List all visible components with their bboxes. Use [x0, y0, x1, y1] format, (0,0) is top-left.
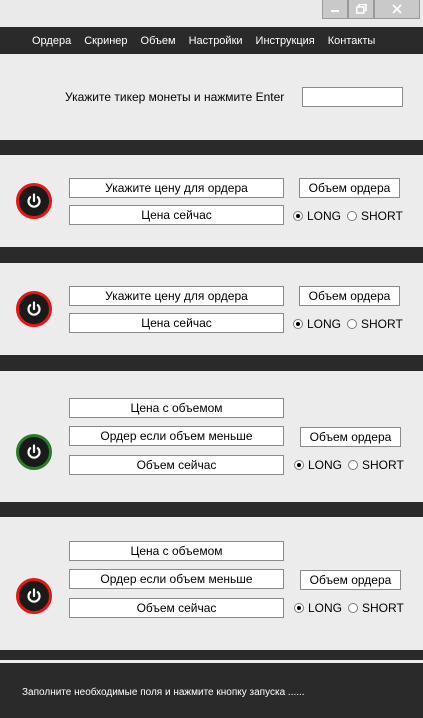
- order-panel: Укажите цену для ордера Цена сейчас Объе…: [0, 155, 423, 247]
- close-icon: [392, 4, 402, 14]
- order-price-input[interactable]: Укажите цену для ордера: [69, 178, 284, 198]
- minimize-button[interactable]: [322, 0, 348, 19]
- order-volume-button[interactable]: Объем ордера: [299, 286, 400, 306]
- radio-unselected-icon: [348, 603, 359, 613]
- minimize-icon: [331, 10, 339, 12]
- price-with-volume-field[interactable]: Цена с объемом: [69, 541, 284, 561]
- long-radio[interactable]: LONG: [293, 209, 341, 223]
- radio-unselected-icon: [347, 319, 358, 329]
- order-price-input[interactable]: Укажите цену для ордера: [69, 286, 284, 306]
- order-volume-button[interactable]: Объем ордера: [300, 570, 401, 590]
- menu-item-contacts[interactable]: Контакты: [328, 35, 376, 47]
- order-panel: Укажите цену для ордера Цена сейчас Объе…: [0, 263, 423, 355]
- restore-icon: [355, 4, 367, 14]
- volume-order-panel: Цена с объемом Ордер если объем меньше О…: [0, 371, 423, 502]
- start-button[interactable]: [16, 291, 52, 327]
- power-icon: [27, 193, 41, 208]
- menu-item-volume[interactable]: Объем: [141, 35, 176, 47]
- menu-bar: Ордера Скринер Объем Настройки Инструкци…: [0, 28, 423, 54]
- current-price-field[interactable]: Цена сейчас: [69, 313, 284, 333]
- long-radio[interactable]: LONG: [293, 317, 341, 331]
- order-volume-button[interactable]: Объем ордера: [299, 178, 400, 198]
- direction-radio-group: LONG SHORT: [294, 458, 410, 472]
- short-radio[interactable]: SHORT: [347, 209, 403, 223]
- menu-item-instructions[interactable]: Инструкция: [256, 35, 315, 47]
- long-radio[interactable]: LONG: [294, 458, 342, 472]
- menu-item-orders[interactable]: Ордера: [32, 35, 71, 47]
- short-radio[interactable]: SHORT: [348, 601, 404, 615]
- long-label: LONG: [307, 317, 342, 331]
- power-icon: [27, 444, 41, 459]
- direction-radio-group: LONG SHORT: [293, 209, 409, 223]
- power-icon: [27, 588, 41, 603]
- direction-radio-group: LONG SHORT: [294, 601, 410, 615]
- short-label: SHORT: [362, 601, 404, 615]
- ticker-input[interactable]: [302, 87, 403, 107]
- volume-order-panel: Цена с объемом Ордер если объем меньше О…: [0, 517, 423, 650]
- radio-unselected-icon: [347, 211, 358, 221]
- long-label: LONG: [308, 601, 343, 615]
- maximize-button[interactable]: [348, 0, 374, 19]
- price-with-volume-field[interactable]: Цена с объемом: [69, 398, 284, 418]
- radio-selected-icon: [294, 603, 304, 613]
- close-button[interactable]: [374, 0, 420, 19]
- long-label: LONG: [308, 458, 343, 472]
- order-if-volume-less-field[interactable]: Ордер если объем меньше: [69, 569, 284, 589]
- radio-selected-icon: [293, 319, 303, 329]
- divider: [0, 660, 423, 663]
- menu-item-settings[interactable]: Настройки: [189, 35, 243, 47]
- window-title-bar: [0, 0, 423, 27]
- status-message: Заполните необходимые поля и нажмите кно…: [22, 687, 305, 698]
- radio-selected-icon: [294, 460, 304, 470]
- start-button[interactable]: [16, 183, 52, 219]
- power-icon: [27, 301, 41, 316]
- short-radio[interactable]: SHORT: [348, 458, 404, 472]
- long-radio[interactable]: LONG: [294, 601, 342, 615]
- radio-unselected-icon: [348, 460, 359, 470]
- order-volume-button[interactable]: Объем ордера: [300, 427, 401, 447]
- order-if-volume-less-field[interactable]: Ордер если объем меньше: [69, 426, 284, 446]
- current-volume-field[interactable]: Объем сейчас: [69, 598, 284, 618]
- start-button[interactable]: [16, 434, 52, 470]
- ticker-label: Укажите тикер монеты и нажмите Enter: [65, 90, 285, 104]
- long-label: LONG: [307, 209, 342, 223]
- short-radio[interactable]: SHORT: [347, 317, 403, 331]
- short-label: SHORT: [361, 317, 403, 331]
- menu-item-screener[interactable]: Скринер: [84, 35, 127, 47]
- start-button[interactable]: [16, 578, 52, 614]
- current-price-field[interactable]: Цена сейчас: [69, 205, 284, 225]
- short-label: SHORT: [362, 458, 404, 472]
- radio-selected-icon: [293, 211, 303, 221]
- current-volume-field[interactable]: Объем сейчас: [69, 455, 284, 475]
- short-label: SHORT: [361, 209, 403, 223]
- direction-radio-group: LONG SHORT: [293, 317, 409, 331]
